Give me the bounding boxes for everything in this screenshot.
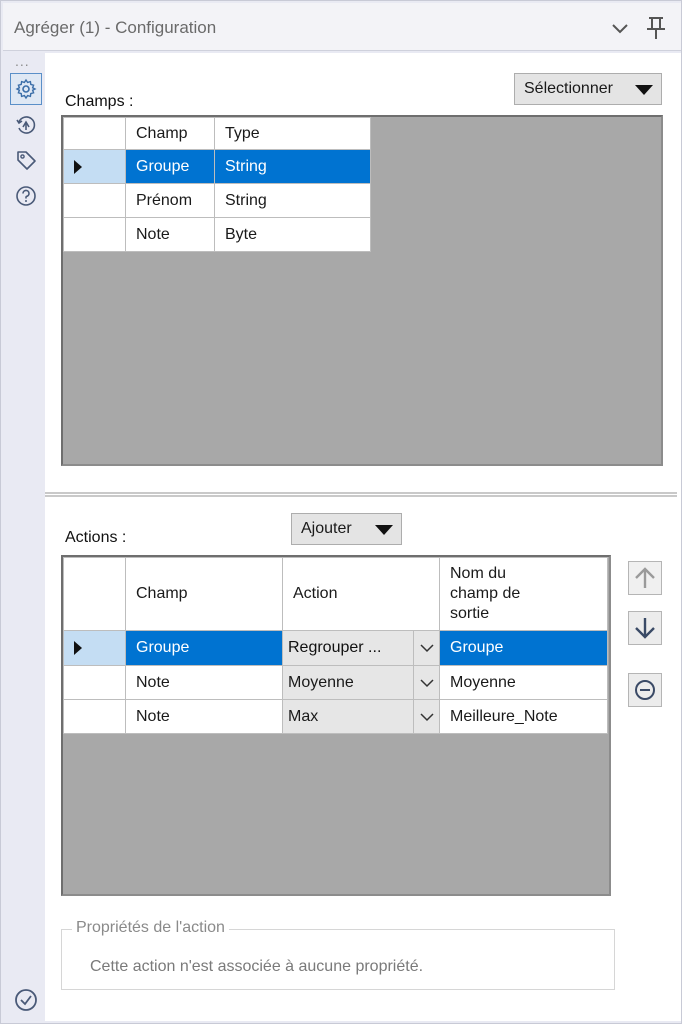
window-title: Agréger (1) - Configuration [14,18,217,37]
action-champ-cell[interactable]: Note [125,665,283,700]
add-dropdown-label: Ajouter [301,520,352,537]
action-combo[interactable]: Max [282,699,440,734]
tag-icon [17,151,36,170]
move-down-button[interactable] [628,611,662,645]
caret-down-icon [375,525,393,535]
chevron-down-icon[interactable] [413,700,439,733]
table-row[interactable]: Prénom String [63,183,371,218]
fields-column-header-type[interactable]: Type [214,117,371,150]
actions-column-header-action[interactable]: Action [282,557,440,631]
table-row[interactable]: Note Byte [63,217,371,252]
actions-table: Champ Action Nom du champ de sortie Grou… [63,557,608,734]
action-output-cell[interactable]: Meilleure_Note [439,699,608,734]
output-header-line: champ de [450,585,521,602]
table-row[interactable]: Groupe String [63,149,371,184]
action-combo-value: Regrouper ... [288,639,382,656]
output-header-line: Nom du [450,565,507,582]
field-type-cell[interactable]: String [214,149,371,184]
fields-column-header-champ[interactable]: Champ [125,117,215,150]
compass-arrow-icon [16,116,36,134]
rail-dots: ... [15,53,30,69]
row-header[interactable] [63,149,126,184]
fields-label: Champs : [65,93,134,110]
table-row[interactable]: Note Max Meilleure_Note [63,699,608,734]
action-combo[interactable]: Moyenne [282,665,440,700]
chevron-down-icon[interactable] [413,666,439,699]
rail-annotation-button[interactable] [10,109,42,141]
chevron-down-icon[interactable] [413,631,439,665]
field-champ-cell[interactable]: Note [125,217,215,252]
table-row[interactable]: Groupe Regrouper ... Groupe [63,630,608,666]
configuration-panel: Champs : Sélectionner Champ Type Groupe … [45,53,681,1021]
row-pointer-icon [74,159,82,174]
field-type-cell[interactable]: String [214,183,371,218]
field-type-cell[interactable]: Byte [214,217,371,252]
action-combo[interactable]: Regrouper ... [282,630,440,666]
action-output-cell[interactable]: Moyenne [439,665,608,700]
actions-grid: Champ Action Nom du champ de sortie Grou… [61,555,611,896]
check-circle-icon [15,989,37,1011]
action-combo-value: Max [288,707,319,725]
move-up-button[interactable] [628,561,662,595]
action-champ-cell[interactable]: Groupe [125,630,283,666]
field-champ-cell[interactable]: Groupe [125,149,215,184]
caret-down-icon [635,85,653,95]
action-combo-value: Moyenne [288,673,354,691]
action-properties-text: Cette action n'est associée à aucune pro… [90,958,424,975]
action-properties-legend: Propriétés de l'action [72,919,229,937]
row-header[interactable] [63,217,126,252]
chevron-down-icon[interactable] [609,17,631,39]
pin-icon[interactable] [643,15,669,41]
fields-grid: Champ Type Groupe String Prénom String N… [61,115,663,466]
row-header[interactable] [63,665,126,700]
row-header[interactable] [63,630,126,666]
table-row[interactable]: Note Moyenne Moyenne [63,665,608,700]
rail-tag-button[interactable] [10,144,42,176]
help-icon [16,186,36,206]
row-header[interactable] [63,699,126,734]
select-dropdown-button[interactable]: Sélectionner [514,73,662,105]
panel-splitter[interactable] [45,492,677,497]
rail-configuration-button[interactable] [10,73,42,105]
gear-icon [15,78,37,100]
output-header-line: sortie [450,605,490,622]
arrow-down-icon [635,618,655,639]
action-properties-group: Propriétés de l'action Cette action n'es… [61,919,615,990]
rail-help-button[interactable] [10,180,42,212]
fields-corner-header [63,117,126,150]
actions-column-header-champ[interactable]: Champ [125,557,283,631]
remove-button[interactable] [628,673,662,707]
fields-table: Champ Type Groupe String Prénom String N… [63,117,371,252]
fields-header-row: Champ Type [63,117,371,150]
arrow-up-icon [635,567,655,588]
row-header[interactable] [63,183,126,218]
configuration-window: Agréger (1) - Configuration ... Champs:… [0,0,682,1024]
actions-corner-header [63,557,126,631]
select-dropdown-label: Sélectionner [524,80,613,97]
title-bar: Agréger (1) - Configuration [3,3,681,51]
actions-header-row: Champ Action Nom du champ de sortie [63,557,608,631]
action-champ-cell[interactable]: Note [125,699,283,734]
minus-circle-icon [635,680,655,700]
field-champ-cell[interactable]: Prénom [125,183,215,218]
actions-label: Actions : [65,529,127,546]
row-pointer-icon [74,641,82,655]
action-output-cell[interactable]: Groupe [439,630,608,666]
actions-column-header-output[interactable]: Nom du champ de sortie [439,557,608,631]
add-dropdown-button[interactable]: Ajouter [291,513,402,545]
